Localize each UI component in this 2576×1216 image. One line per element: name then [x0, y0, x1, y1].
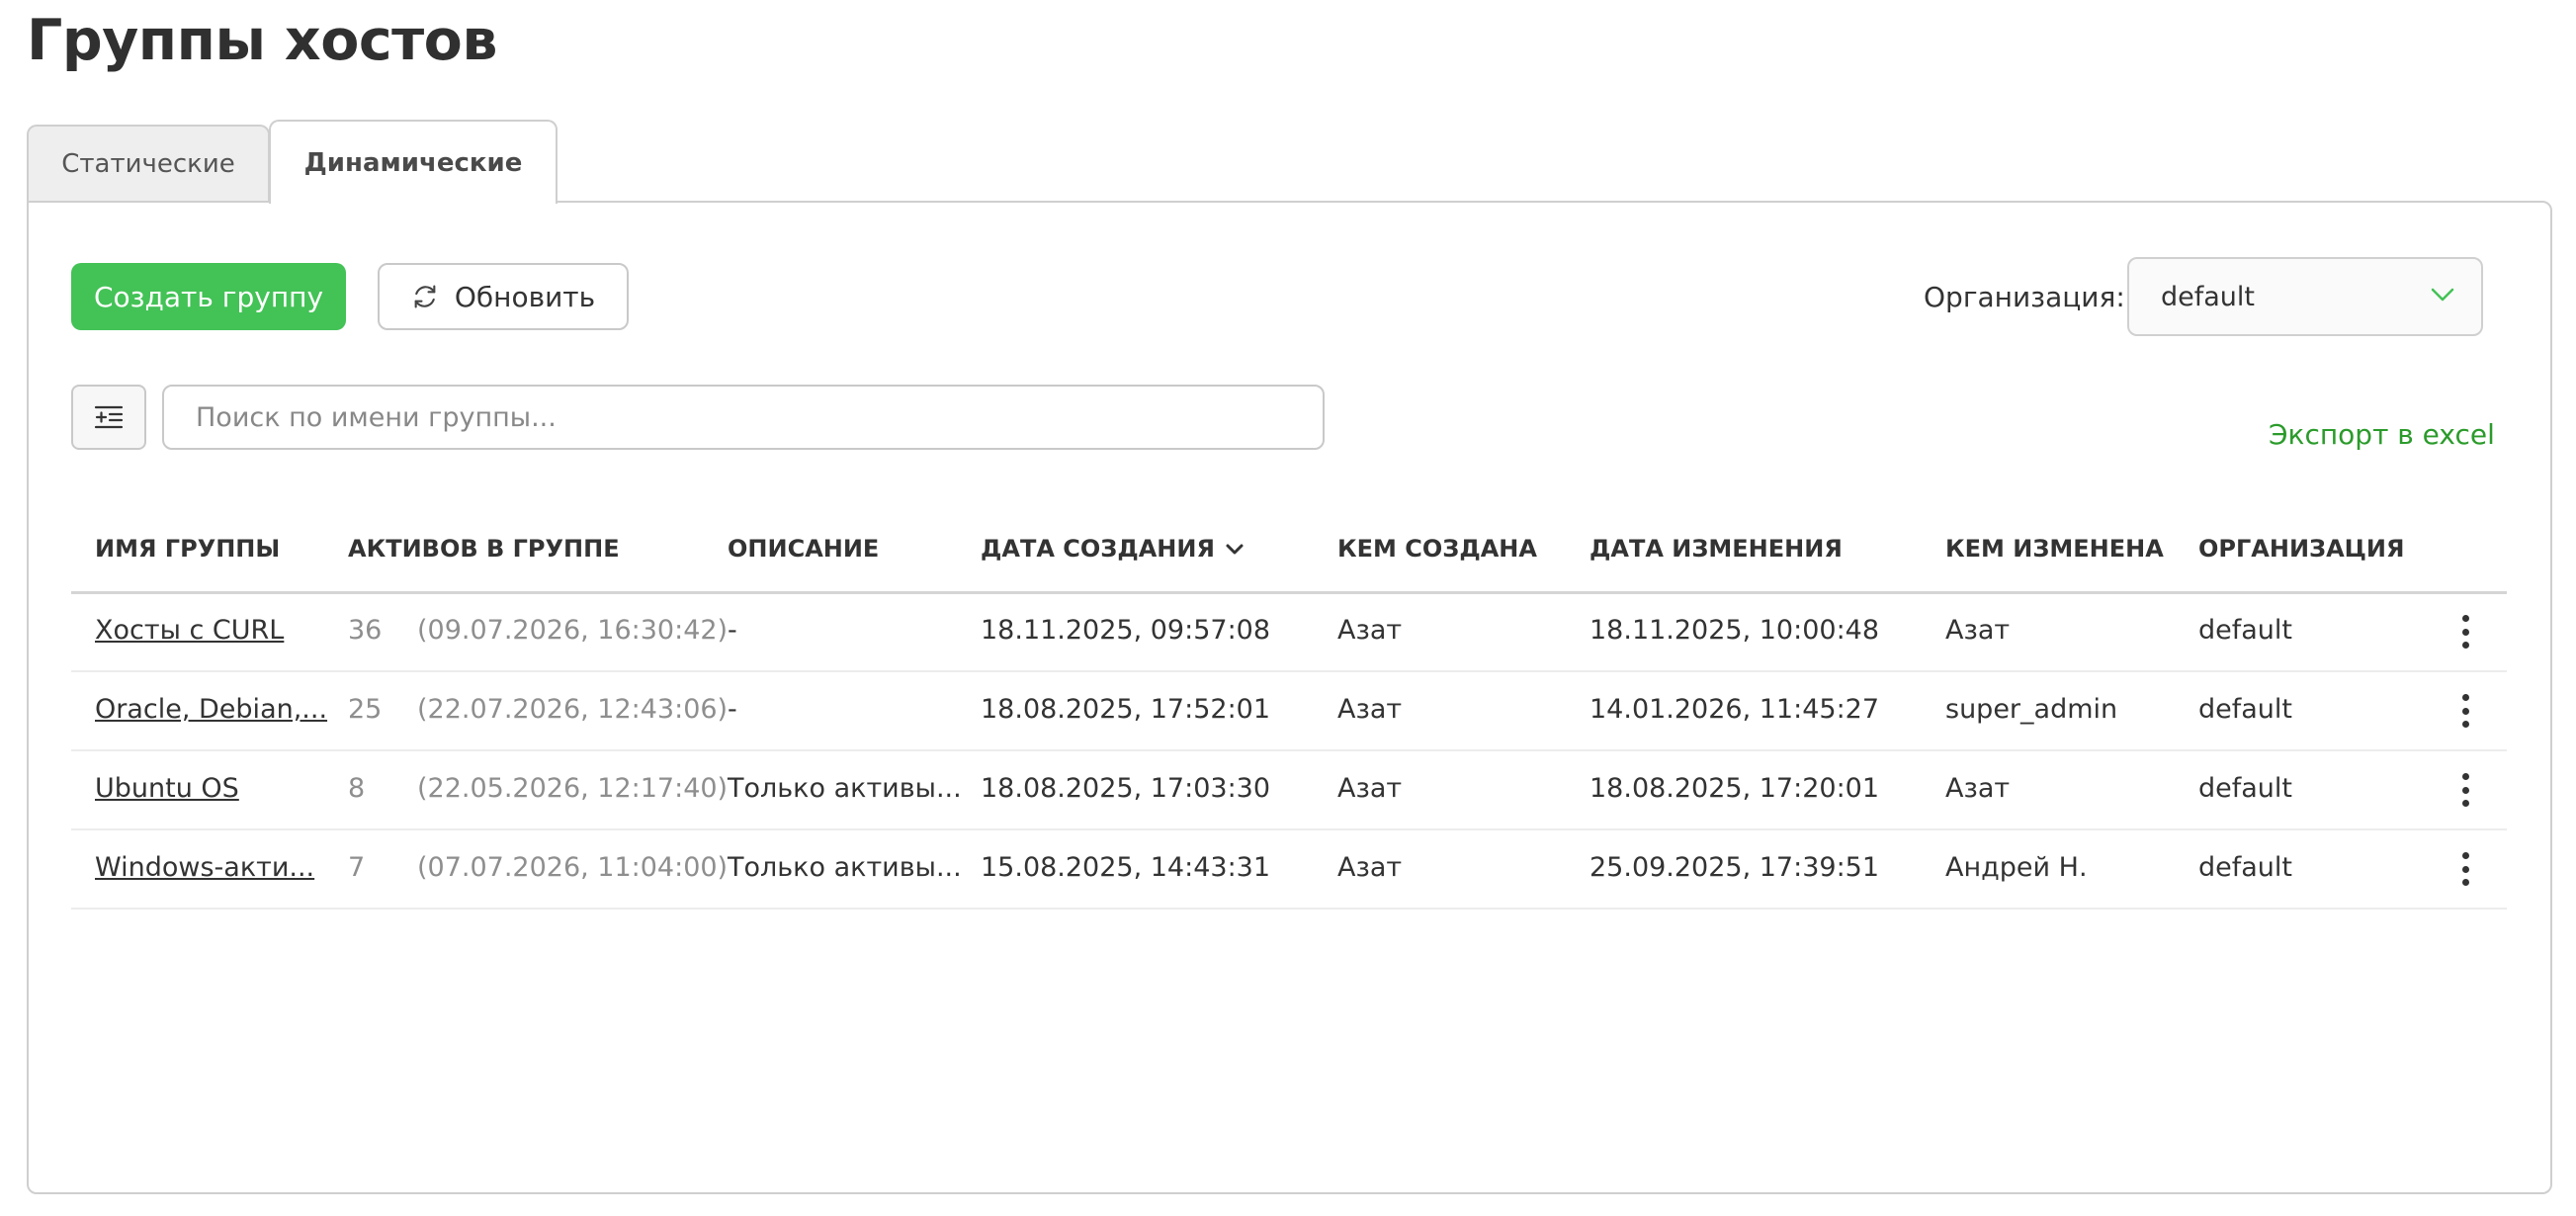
asset-count: 36 [348, 615, 383, 646]
column-settings-button[interactable] [71, 385, 146, 450]
tab-static[interactable]: Статические [27, 125, 270, 202]
modified-date: 14.01.2026, 11:45:27 [1589, 694, 1880, 725]
column-settings-icon [94, 405, 124, 429]
refresh-button[interactable]: Обновить [378, 263, 629, 330]
search-input[interactable] [162, 385, 1325, 450]
row-menu-icon[interactable] [2455, 852, 2475, 886]
table-row: Windows-акти... 7 (07.07.2026, 11:04:00)… [71, 828, 2507, 910]
create-group-button[interactable]: Создать группу [71, 263, 346, 330]
export-excel-link[interactable]: Экспорт в excel [2269, 418, 2495, 451]
column-header-organization[interactable]: ОРГАНИЗАЦИЯ [2198, 532, 2405, 565]
column-header-description[interactable]: ОПИСАНИЕ [728, 532, 879, 565]
page-title: Группы хостов [27, 8, 497, 73]
modified-by: Азат [1945, 615, 2011, 646]
refresh-icon [414, 285, 436, 308]
tab-dynamic[interactable]: Динамические [269, 120, 558, 204]
modified-date: 18.08.2025, 17:20:01 [1589, 773, 1880, 804]
column-header-created-by[interactable]: КЕМ СОЗДАНА [1337, 532, 1537, 565]
row-menu-icon[interactable] [2455, 773, 2475, 807]
table-header: ИМЯ ГРУППЫ АКТИВОВ В ГРУППЕ ОПИСАНИЕ ДАТ… [71, 532, 2507, 594]
organization-select-value: default [2161, 281, 2256, 312]
sort-chevron-down-icon [1226, 544, 1244, 554]
created-date: 18.11.2025, 09:57:08 [981, 615, 1271, 646]
description: Только активы... [728, 773, 962, 804]
organization: default [2198, 694, 2293, 725]
modified-date: 25.09.2025, 17:39:51 [1589, 852, 1880, 883]
group-name-link[interactable]: Windows-акти... [95, 828, 314, 908]
tab-static-label: Статические [61, 149, 235, 179]
organization: default [2198, 773, 2293, 804]
organization-label: Организация: [1924, 281, 2125, 313]
created-date: 18.08.2025, 17:03:30 [981, 773, 1271, 804]
organization: default [2198, 852, 2293, 883]
chevron-down-icon [2431, 288, 2454, 302]
table-row: Ubuntu OS 8 (22.05.2026, 12:17:40) Тольк… [71, 749, 2507, 830]
group-name-link[interactable]: Ubuntu OS [95, 749, 239, 828]
column-header-modified-by[interactable]: КЕМ ИЗМЕНЕНА [1945, 532, 2164, 565]
column-header-created[interactable]: ДАТА СОЗДАНИЯ [981, 532, 1245, 565]
asset-count: 8 [348, 773, 366, 804]
description: - [728, 615, 737, 646]
row-menu-icon[interactable] [2455, 615, 2475, 649]
column-header-modified[interactable]: ДАТА ИЗМЕНЕНИЯ [1589, 532, 1843, 565]
group-name-link[interactable]: Хосты с CURL [95, 591, 284, 670]
created-by: Азат [1337, 773, 1403, 804]
refresh-button-label: Обновить [454, 280, 596, 313]
modified-date: 18.11.2025, 10:00:48 [1589, 615, 1880, 646]
asset-count-date: (07.07.2026, 11:04:00) [417, 852, 729, 883]
description: - [728, 694, 737, 725]
column-header-name[interactable]: ИМЯ ГРУППЫ [95, 532, 280, 565]
group-name-link[interactable]: Oracle, Debian,... [95, 670, 327, 749]
modified-by: Азат [1945, 773, 2011, 804]
created-by: Азат [1337, 852, 1403, 883]
created-date: 15.08.2025, 14:43:31 [981, 852, 1271, 883]
tab-dynamic-label: Динамические [303, 147, 523, 178]
column-header-assets[interactable]: АКТИВОВ В ГРУППЕ [348, 532, 620, 565]
table-row: Oracle, Debian,... 25 (22.07.2026, 12:43… [71, 670, 2507, 751]
organization: default [2198, 615, 2293, 646]
modified-by: Андрей Н. [1945, 852, 2088, 883]
created-date: 18.08.2025, 17:52:01 [981, 694, 1271, 725]
asset-count-date: (22.05.2026, 12:17:40) [417, 773, 729, 804]
asset-count-date: (09.07.2026, 16:30:42) [417, 615, 729, 646]
organization-select[interactable]: default [2127, 257, 2483, 336]
created-by: Азат [1337, 615, 1403, 646]
description: Только активы... [728, 852, 962, 883]
row-menu-icon[interactable] [2455, 694, 2475, 728]
table-row: Хосты с CURL 36 (09.07.2026, 16:30:42) -… [71, 591, 2507, 672]
asset-count: 7 [348, 852, 366, 883]
created-by: Азат [1337, 694, 1403, 725]
modified-by: super_admin [1945, 694, 2118, 725]
asset-count-date: (22.07.2026, 12:43:06) [417, 694, 729, 725]
asset-count: 25 [348, 694, 383, 725]
